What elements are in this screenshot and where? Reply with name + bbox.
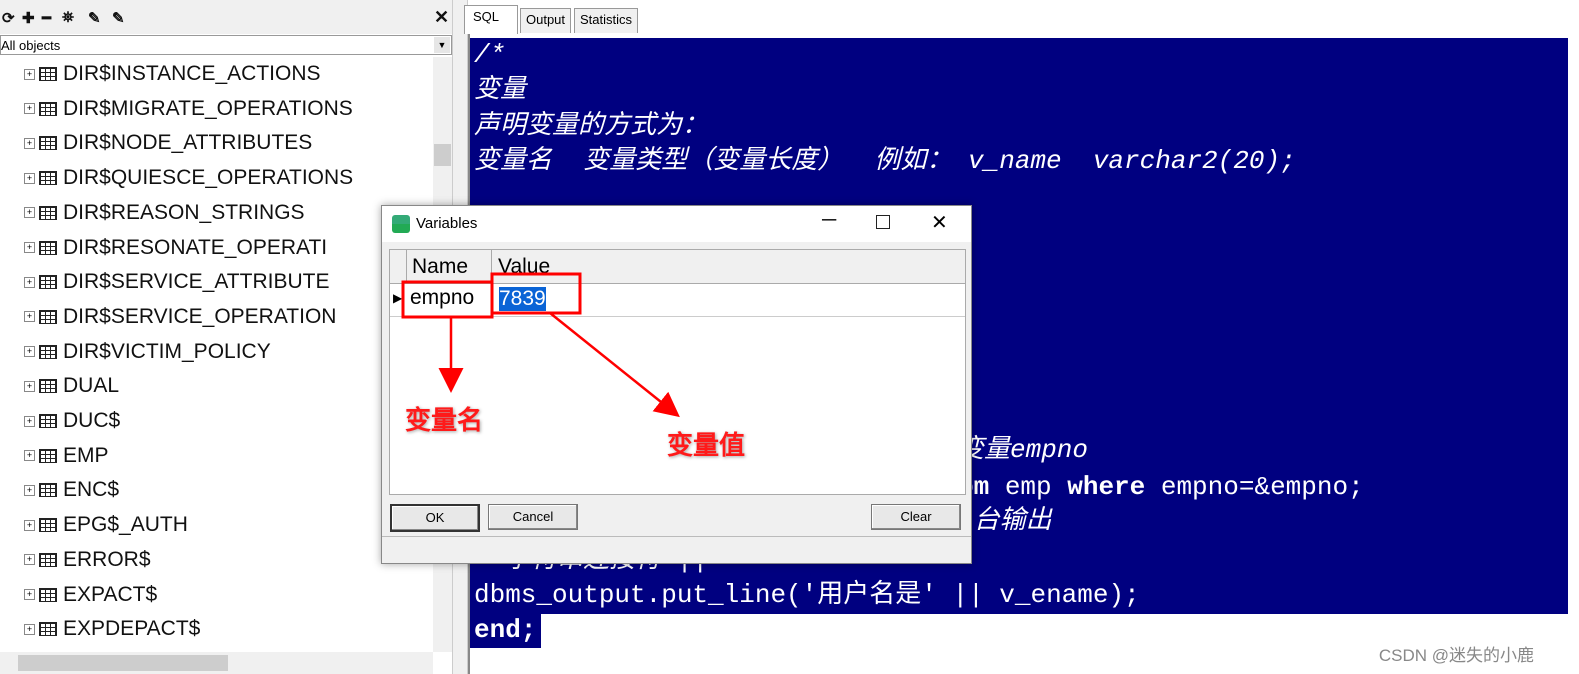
- name-highlight-box: [401, 280, 494, 319]
- value-highlight-box: [490, 272, 582, 315]
- watermark: CSDN @迷失的小鹿: [1378, 646, 1534, 665]
- name-annotation-label: 变量名: [405, 405, 484, 435]
- value-arrow: [549, 312, 680, 418]
- annotation-overlay: [401, 272, 680, 418]
- value-annotation-label: 变量值: [667, 430, 746, 460]
